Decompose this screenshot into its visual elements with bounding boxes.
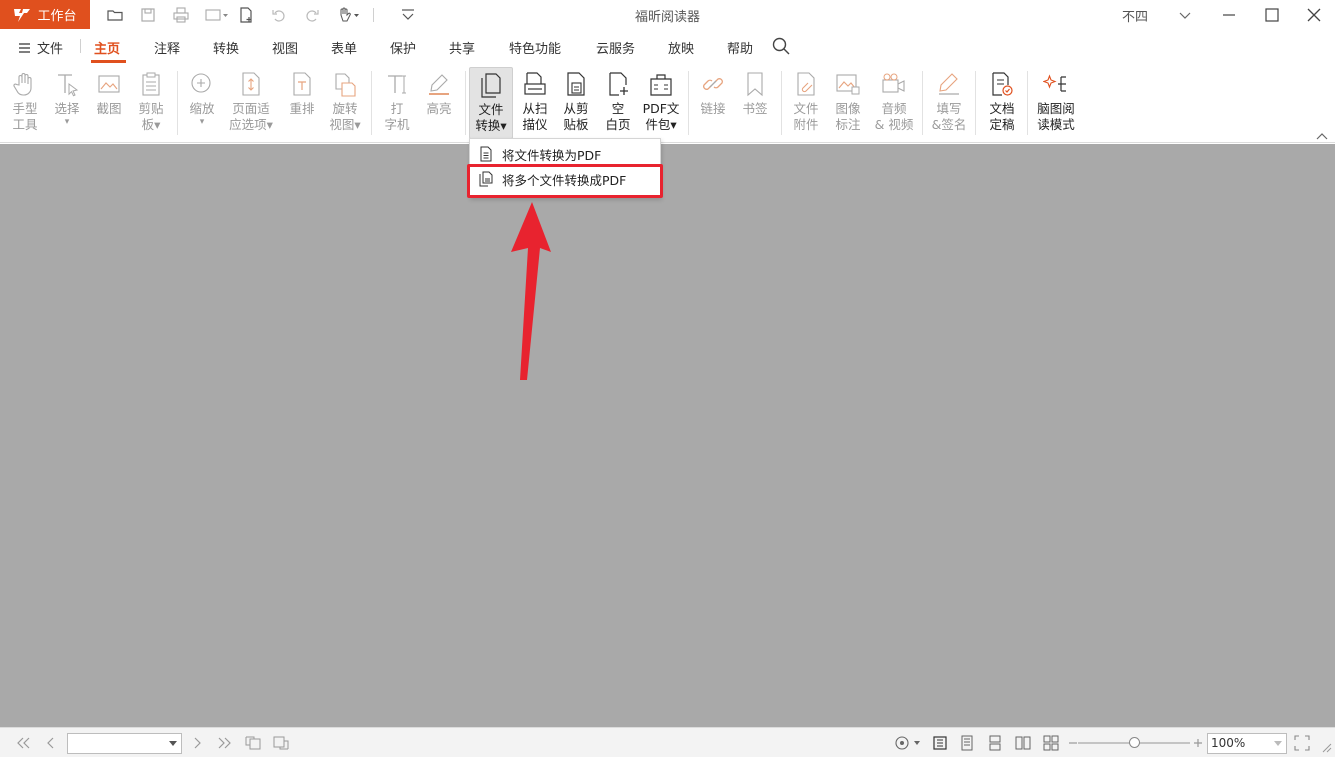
- resize-grip-icon[interactable]: [1319, 740, 1333, 754]
- continuous-scroll-view-icon[interactable]: [986, 734, 1004, 752]
- first-page-icon[interactable]: [14, 734, 32, 752]
- facing-view-icon[interactable]: [1014, 734, 1032, 752]
- app-window: 工作台 福昕阅读器 不四 文件 主页 注释 转换 视图 表单 保护 共享 特色功…: [0, 0, 1335, 757]
- fullscreen-icon[interactable]: [1293, 734, 1311, 752]
- page-dropdown-caret[interactable]: [169, 741, 177, 746]
- pointer-arrow: [511, 202, 551, 380]
- previous-page-icon[interactable]: [42, 734, 60, 752]
- zoom-level-input[interactable]: 100%: [1207, 733, 1287, 754]
- reading-mode-icon[interactable]: [894, 734, 922, 752]
- status-bar: 100%: [0, 727, 1335, 757]
- zoom-in-icon[interactable]: [1189, 734, 1207, 752]
- next-page-icon[interactable]: [188, 734, 206, 752]
- previous-view-icon[interactable]: [244, 734, 262, 752]
- continuous-facing-view-icon[interactable]: [1042, 734, 1060, 752]
- zoom-level-value: 100%: [1211, 736, 1246, 750]
- zoom-dropdown-caret[interactable]: [1274, 741, 1282, 746]
- zoom-slider-knob[interactable]: [1129, 737, 1140, 748]
- page-number-input[interactable]: [67, 733, 182, 754]
- next-view-icon[interactable]: [272, 734, 290, 752]
- continuous-view-icon[interactable]: [958, 734, 976, 752]
- last-page-icon[interactable]: [216, 734, 234, 752]
- single-page-view-icon[interactable]: [931, 734, 949, 752]
